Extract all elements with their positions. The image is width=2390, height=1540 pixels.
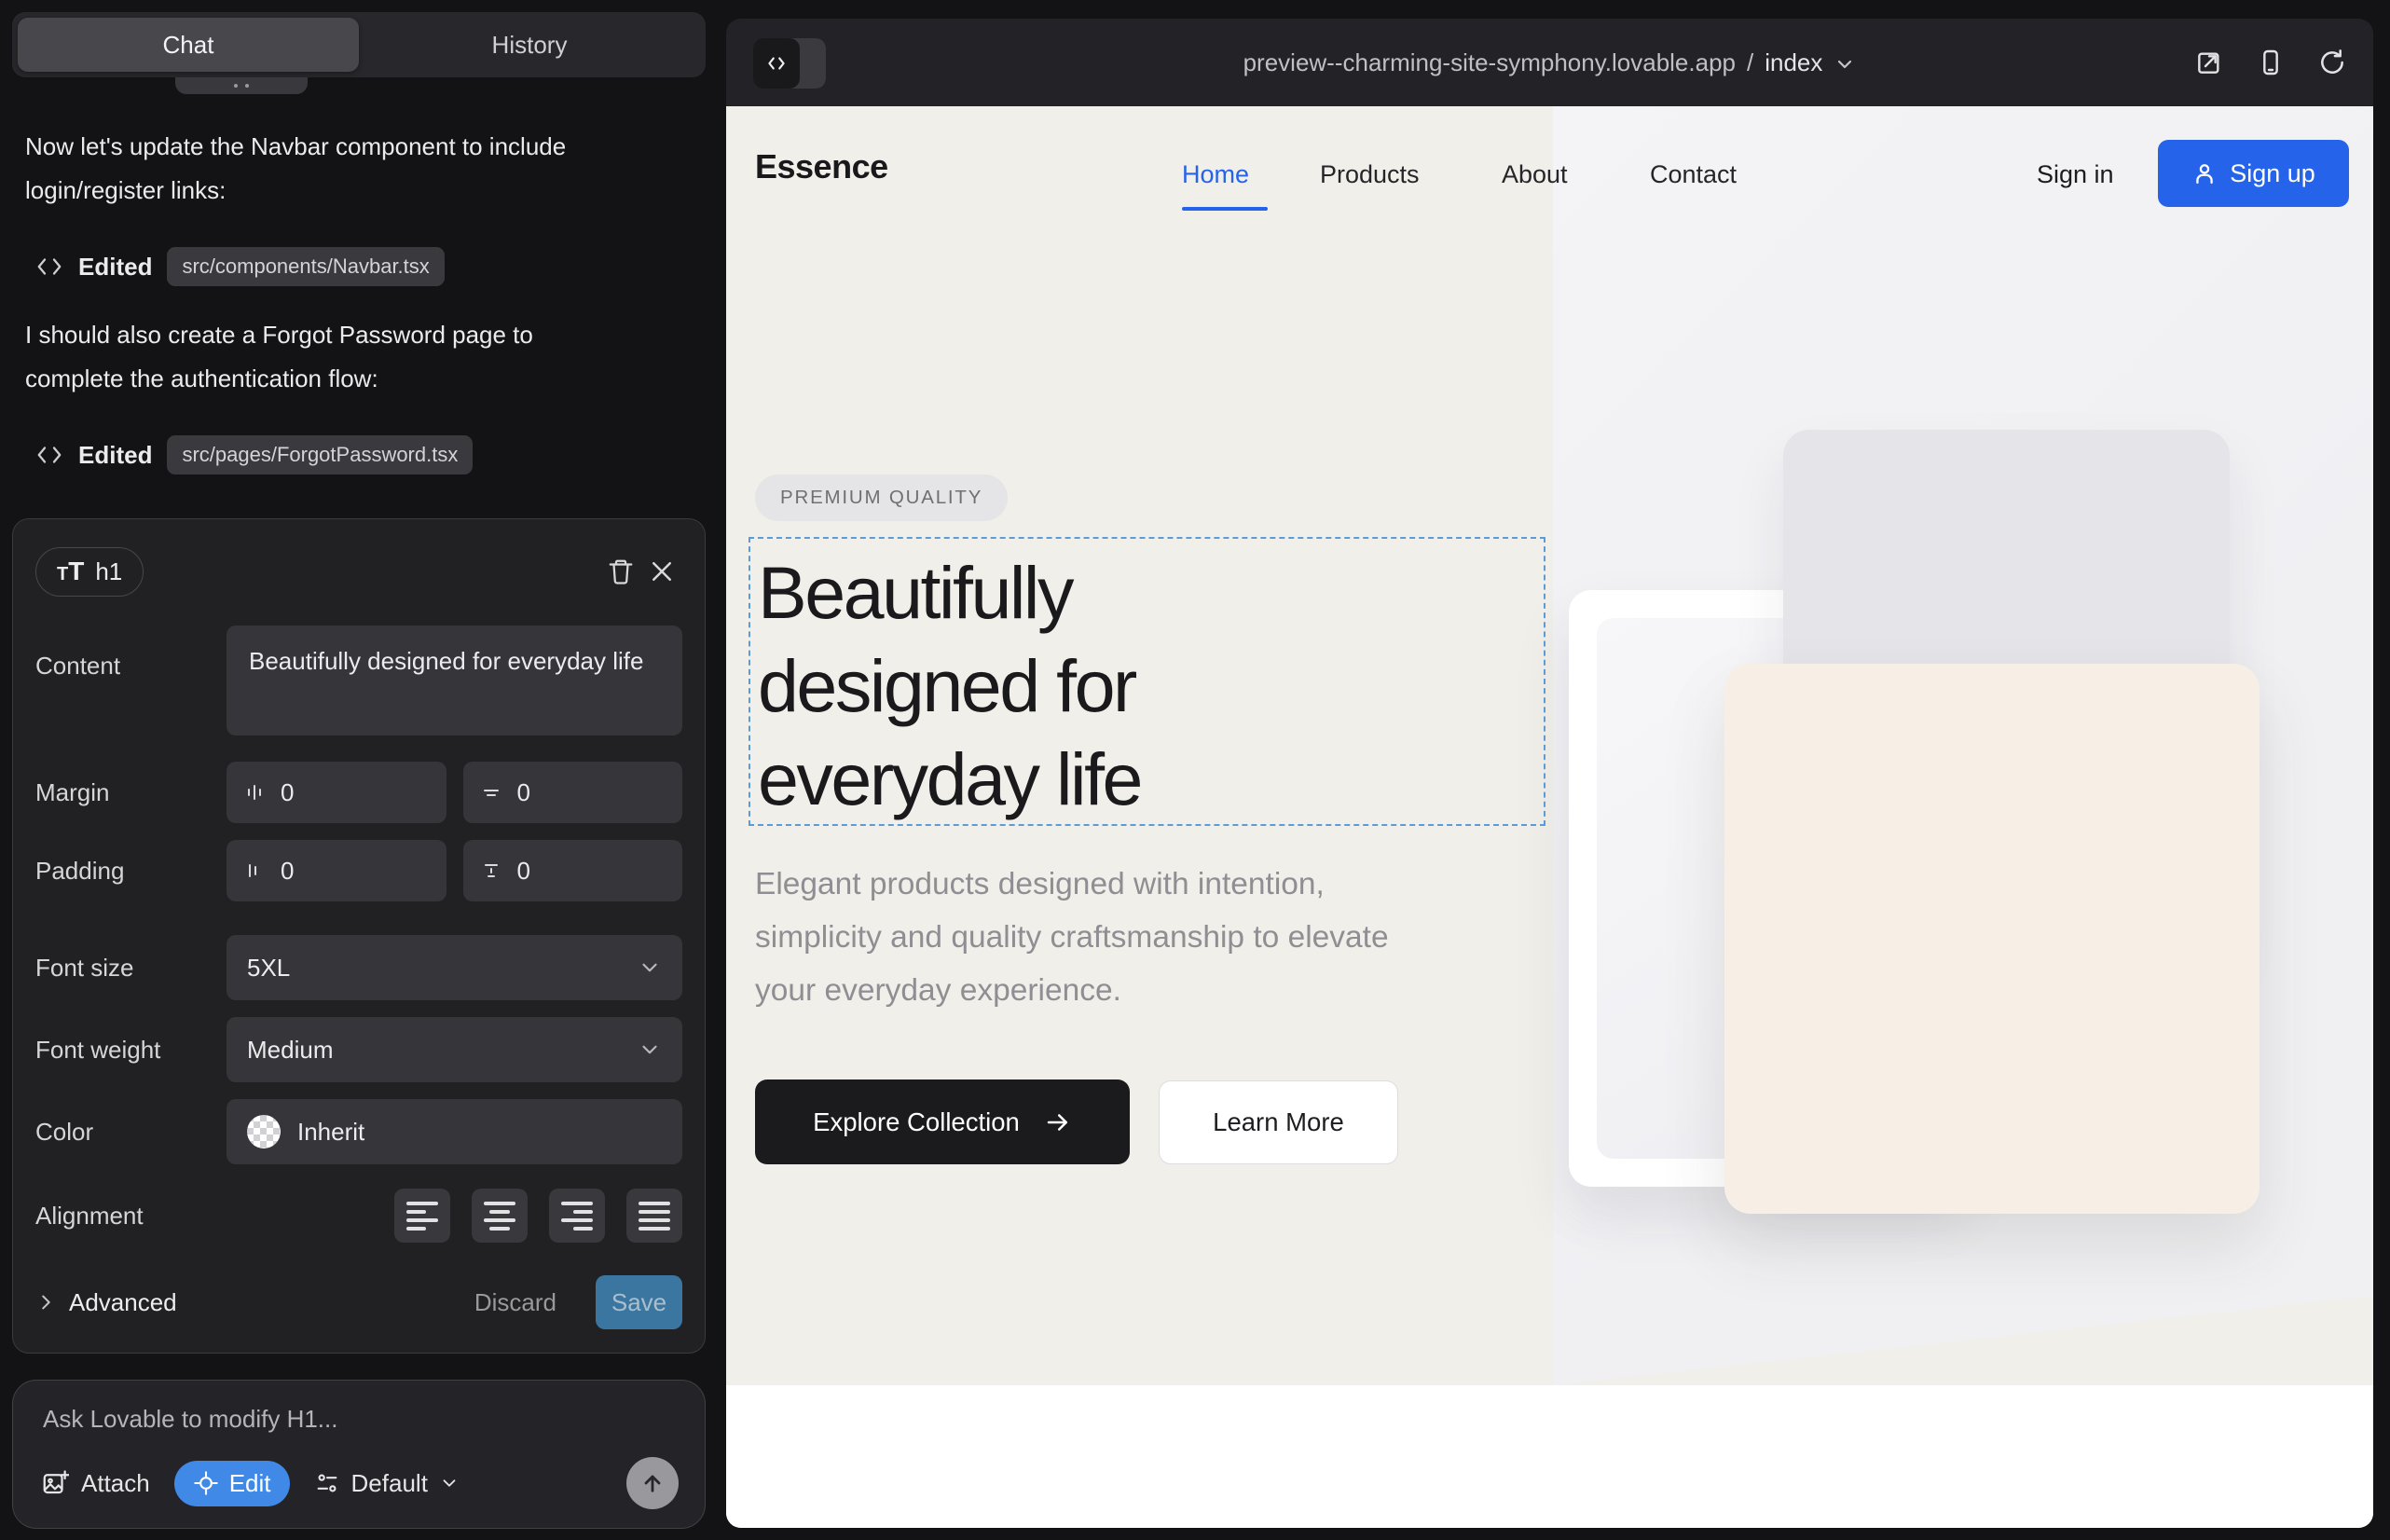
- target-icon: [193, 1470, 219, 1496]
- edited-file-row: Edited src/pages/ForgotPassword.tsx: [35, 433, 473, 477]
- file-chip[interactable]: src/components/Navbar.tsx: [167, 247, 444, 286]
- align-left-button[interactable]: [394, 1189, 450, 1243]
- font-weight-select[interactable]: Medium: [227, 1017, 682, 1082]
- learn-more-button[interactable]: Learn More: [1159, 1080, 1398, 1164]
- explore-collection-button[interactable]: Explore Collection: [755, 1079, 1130, 1164]
- element-tag-label: h1: [95, 557, 122, 586]
- edited-file-row: Edited src/components/Navbar.tsx: [35, 244, 445, 289]
- url-domain: preview--charming-site-symphony.lovable.…: [1243, 48, 1736, 77]
- chevron-right-icon: [35, 1292, 56, 1313]
- nav-link-about[interactable]: About: [1502, 160, 1568, 189]
- element-editor-panel: TT h1 Content Beautifully designed for e…: [12, 518, 706, 1354]
- padding-horizontal-icon: [243, 859, 266, 882]
- file-chip[interactable]: src/pages/ForgotPassword.tsx: [167, 435, 473, 474]
- discard-button[interactable]: Discard: [474, 1288, 556, 1317]
- alignment-label: Alignment: [35, 1202, 227, 1231]
- mobile-device-icon: [2256, 48, 2286, 77]
- attach-image-icon: [41, 1469, 69, 1497]
- edited-label: Edited: [78, 441, 152, 470]
- selected-element-chip[interactable]: TT h1: [35, 547, 144, 597]
- preview-browser-frame: preview--charming-site-symphony.lovable.…: [726, 19, 2373, 1528]
- chat-history-tabbar: Chat History: [12, 12, 706, 77]
- content-input[interactable]: Beautifully designed for everyday life: [227, 626, 682, 736]
- clipped-file-chip: [175, 77, 308, 94]
- margin-y-input[interactable]: 0: [463, 762, 683, 823]
- external-link-icon: [2194, 48, 2224, 77]
- model-default-selector[interactable]: Default: [314, 1469, 460, 1498]
- chevron-down-icon: [638, 956, 662, 980]
- nav-link-products[interactable]: Products: [1320, 160, 1420, 189]
- margin-label: Margin: [35, 778, 227, 807]
- premium-quality-badge: PREMIUM QUALITY: [755, 474, 1008, 521]
- content-label: Content: [35, 652, 227, 681]
- assistant-message: Now let's update the Navbar component to…: [25, 125, 584, 213]
- refresh-button[interactable]: [2317, 48, 2347, 77]
- mobile-view-button[interactable]: [2256, 48, 2286, 77]
- lovable-workspace: Chat History Now let's update the Navbar…: [0, 0, 2390, 1540]
- margin-vertical-icon: [480, 781, 502, 804]
- code-icon: [35, 441, 63, 469]
- padding-vertical-icon: [480, 859, 502, 882]
- edit-mode-button[interactable]: Edit: [174, 1461, 290, 1506]
- chevron-down-icon: [439, 1473, 460, 1493]
- arrow-up-icon: [639, 1470, 666, 1496]
- decorative-peach-card: [1724, 664, 2260, 1214]
- edited-label: Edited: [78, 253, 152, 282]
- margin-horizontal-icon: [243, 781, 266, 804]
- margin-x-input[interactable]: 0: [227, 762, 446, 823]
- padding-x-input[interactable]: 0: [227, 840, 446, 901]
- send-button[interactable]: [626, 1457, 679, 1509]
- h1-selection-outline[interactable]: Beautifully designed for everyday life: [749, 537, 1545, 826]
- align-center-button[interactable]: [472, 1189, 528, 1243]
- nav-link-home[interactable]: Home: [1182, 160, 1249, 189]
- chevron-down-icon: [1834, 49, 1856, 76]
- align-justify-button[interactable]: [626, 1189, 682, 1243]
- site-viewport: Essence Home Products About Contact Sign…: [726, 106, 2373, 1528]
- sign-up-button[interactable]: Sign up: [2158, 140, 2349, 207]
- attach-button[interactable]: Attach: [41, 1469, 150, 1498]
- save-button[interactable]: Save: [596, 1275, 682, 1329]
- refresh-icon: [2317, 48, 2347, 77]
- site-logo[interactable]: Essence: [755, 147, 888, 186]
- url-separator: /: [1747, 48, 1753, 77]
- arrow-right-icon: [1044, 1108, 1072, 1136]
- user-icon: [2191, 160, 2218, 186]
- tab-history[interactable]: History: [359, 18, 700, 72]
- color-select[interactable]: Inherit: [227, 1099, 682, 1164]
- beige-diagonal-shape: [1553, 1296, 2373, 1385]
- font-size-label: Font size: [35, 954, 227, 983]
- url-bar[interactable]: preview--charming-site-symphony.lovable.…: [726, 19, 2373, 106]
- font-size-select[interactable]: 5XL: [227, 935, 682, 1000]
- hero-description: Elegant products designed with intention…: [755, 858, 1449, 1017]
- color-label: Color: [35, 1118, 227, 1147]
- advanced-toggle[interactable]: Advanced: [35, 1288, 177, 1317]
- tab-chat[interactable]: Chat: [18, 18, 359, 72]
- next-section-background: [726, 1385, 2373, 1528]
- delete-element-button[interactable]: [600, 551, 641, 592]
- browser-toolbar: preview--charming-site-symphony.lovable.…: [726, 19, 2373, 106]
- align-right-button[interactable]: [549, 1189, 605, 1243]
- composer-placeholder: Ask Lovable to modify H1...: [43, 1405, 675, 1434]
- chevron-down-icon: [638, 1038, 662, 1062]
- site-navbar: Essence Home Products About Contact Sign…: [726, 106, 2373, 237]
- code-icon: [35, 253, 63, 281]
- font-weight-label: Font weight: [35, 1036, 227, 1065]
- nav-link-contact[interactable]: Contact: [1650, 160, 1737, 189]
- sign-in-link[interactable]: Sign in: [2037, 160, 2114, 189]
- open-external-button[interactable]: [2194, 48, 2224, 77]
- padding-label: Padding: [35, 857, 227, 886]
- trash-icon: [607, 557, 635, 585]
- padding-y-input[interactable]: 0: [463, 840, 683, 901]
- close-icon: [648, 557, 676, 585]
- assistant-message: I should also create a Forgot Password p…: [25, 313, 584, 401]
- active-nav-underline: [1182, 207, 1268, 211]
- chat-composer[interactable]: Ask Lovable to modify H1... Attach Edit …: [12, 1380, 706, 1529]
- close-editor-button[interactable]: [641, 551, 682, 592]
- color-swatch: [247, 1115, 281, 1148]
- url-page: index: [1765, 48, 1822, 77]
- sliders-icon: [314, 1470, 340, 1496]
- hero-heading: Beautifully designed for everyday life: [758, 546, 1336, 826]
- text-type-icon: TT: [57, 559, 84, 584]
